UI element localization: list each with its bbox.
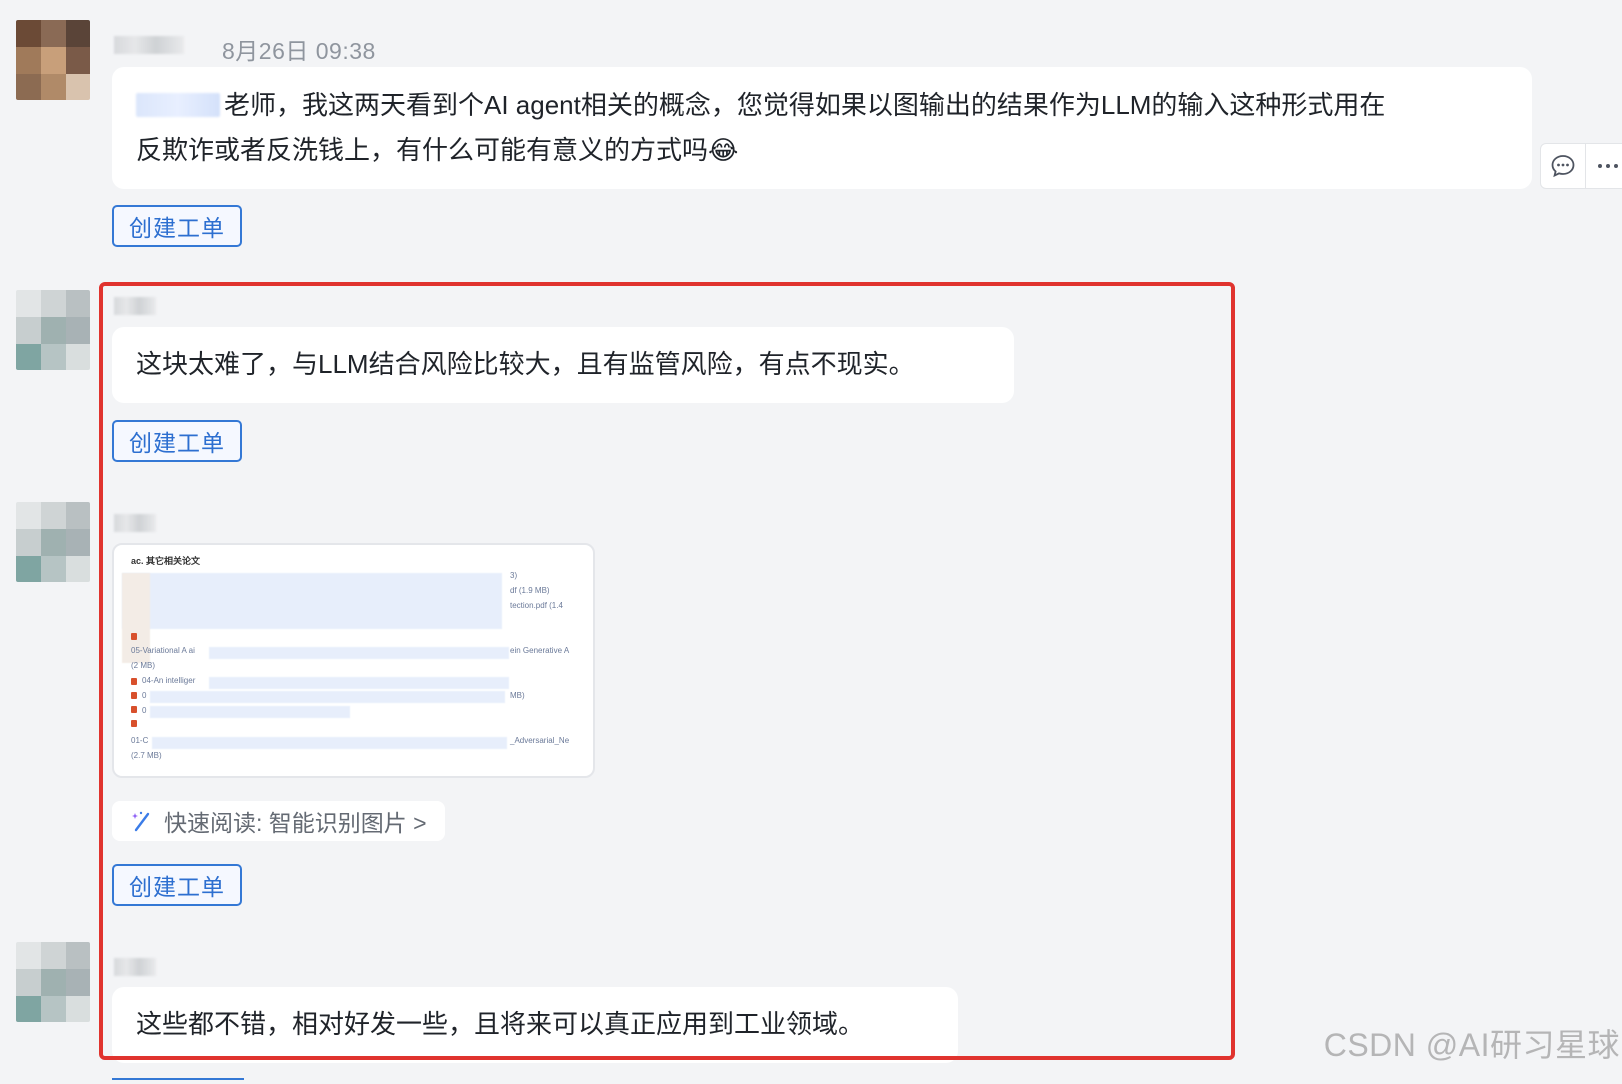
avatar[interactable] bbox=[16, 942, 90, 1022]
avatar[interactable] bbox=[16, 20, 90, 100]
file-line: tection.pdf (1.4 bbox=[510, 601, 563, 610]
file-line: (2 MB) bbox=[131, 661, 155, 670]
sender-name bbox=[114, 297, 156, 315]
file-line: 0 bbox=[142, 706, 147, 715]
message-actions bbox=[1540, 143, 1622, 189]
pdf-file-icon bbox=[131, 678, 137, 685]
image-attachment[interactable]: ac. 其它相关论文 3) df (1.9 MB) tection.pdf (1… bbox=[112, 543, 595, 778]
more-dots-icon[interactable] bbox=[1585, 144, 1622, 188]
message-bubble: 老师，我这两天看到个AI agent相关的概念，您觉得如果以图输出的结果作为LL… bbox=[112, 67, 1532, 189]
mention-tag[interactable] bbox=[136, 93, 220, 117]
create-ticket-button[interactable]: 创建工单 bbox=[112, 205, 242, 247]
pdf-file-icon bbox=[131, 720, 137, 727]
message-bubble: 这块太难了，与LLM结合风险比较大，且有监管风险，有点不现实。 bbox=[112, 327, 1014, 403]
quick-read-label: 快速阅读: 智能识别图片 > bbox=[164, 810, 427, 836]
sender-name bbox=[114, 514, 156, 532]
file-line: df (1.9 MB) bbox=[510, 586, 550, 595]
file-line: _Adversarial_Ne bbox=[510, 736, 570, 745]
sender-name bbox=[114, 958, 156, 976]
quick-read-button[interactable]: 快速阅读: 智能识别图片 > bbox=[112, 801, 445, 841]
avatar[interactable] bbox=[16, 502, 90, 582]
message-bubble: 这些都不错，相对好发一些，且将来可以真正应用到工业领域。 bbox=[112, 987, 958, 1063]
laughing-emoji-icon: 😂 bbox=[708, 136, 739, 166]
pdf-file-icon bbox=[131, 706, 137, 713]
message-text: 这些都不错，相对好发一些，且将来可以真正应用到工业领域。 bbox=[136, 1009, 865, 1039]
file-line: (2.7 MB) bbox=[131, 751, 162, 760]
create-ticket-button[interactable]: 创建工单 bbox=[112, 864, 242, 906]
watermark: CSDN @AI研习星球 bbox=[1323, 1027, 1620, 1063]
comment-bubble-icon[interactable] bbox=[1541, 144, 1585, 188]
magic-wand-icon bbox=[130, 809, 154, 833]
message-text: 这块太难了，与LLM结合风险比较大，且有监管风险，有点不现实。 bbox=[136, 349, 915, 379]
sender-name bbox=[114, 36, 184, 54]
file-line: 3) bbox=[510, 571, 518, 580]
create-ticket-button[interactable]: 创建工单 bbox=[112, 420, 242, 462]
pdf-file-icon bbox=[131, 692, 137, 699]
file-line: 04-An intelliger bbox=[142, 676, 196, 685]
file-line: MB) bbox=[510, 691, 525, 700]
create-ticket-button[interactable] bbox=[112, 1078, 244, 1084]
file-line: 0 bbox=[142, 691, 147, 700]
file-line: 01-C bbox=[131, 736, 149, 745]
message-text-line2: 反欺诈或者反洗钱上，有什么可能有意义的方式吗 bbox=[136, 135, 709, 165]
message-timestamp: 8月26日 09:38 bbox=[222, 38, 376, 64]
file-line: ein Generative A bbox=[510, 646, 570, 655]
image-heading: ac. 其它相关论文 bbox=[131, 556, 201, 566]
pdf-file-icon bbox=[131, 633, 137, 640]
avatar[interactable] bbox=[16, 290, 90, 370]
message-text-line1: 老师，我这两天看到个AI agent相关的概念，您觉得如果以图输出的结果作为LL… bbox=[224, 90, 1386, 120]
file-line: 05-Variational A ai bbox=[131, 646, 195, 655]
